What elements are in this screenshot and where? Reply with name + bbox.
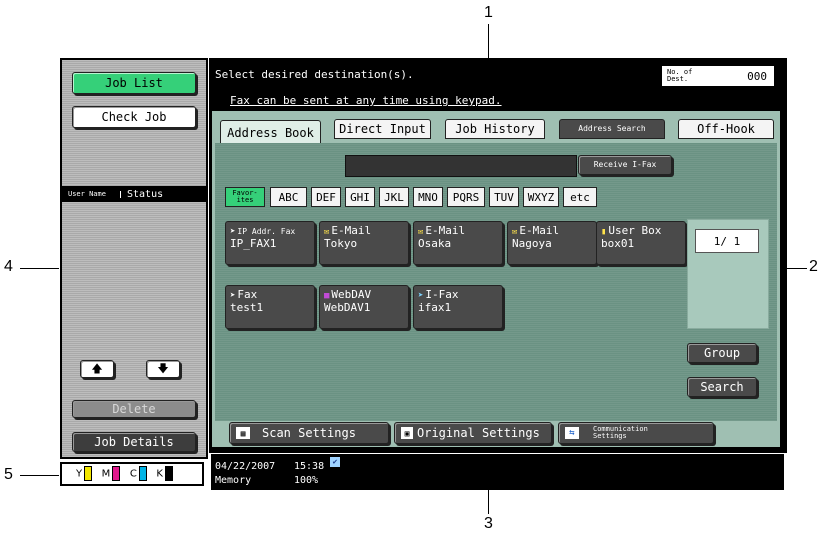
group-button[interactable]: Group [687, 343, 757, 363]
toner-k-label: K [156, 468, 163, 480]
destination-type: E-Mail [331, 224, 372, 237]
toner-c-bar [138, 466, 147, 481]
index-wxyz[interactable]: WXYZ [523, 187, 559, 207]
job-table-header: User Name Status [62, 186, 206, 202]
check-job-button[interactable]: Check Job [72, 106, 196, 128]
callout-3-line [488, 490, 489, 514]
destination-nagoya[interactable]: ✉ E-Mail Nagoya [507, 221, 597, 265]
communication-settings-icon: ⇆ [565, 427, 579, 439]
receive-ifax-button[interactable]: Receive I-Fax [578, 155, 672, 175]
destination-name: WebDAV1 [324, 301, 371, 314]
toner-k-bar [164, 466, 173, 481]
message-area: Select desired destination(s). Fax can b… [212, 61, 780, 108]
toner-c-label: C [129, 468, 137, 480]
index-abc[interactable]: ABC [270, 187, 307, 207]
status-time: 15:38 [294, 461, 325, 472]
communication-settings-button[interactable]: ⇆ Communication Settings [558, 422, 714, 444]
destination-webdav1[interactable]: ■ WebDAV WebDAV1 [319, 285, 409, 329]
dest-count-value: 000 [747, 70, 767, 83]
address-book-content: Receive I-Fax Favor- ites ABC DEF GHI JK… [215, 143, 777, 421]
keypad-hint: Fax can be sent at any time using keypad… [230, 94, 502, 107]
dest-count-label: No. of Dest. [667, 68, 693, 83]
destination-osaka[interactable]: ✉ E-Mail Osaka [413, 221, 503, 265]
original-settings-icon: ▣ [401, 427, 413, 439]
destination-ifax1[interactable]: ➤ I-Fax ifax1 [413, 285, 503, 329]
user-name-column: User Name [62, 190, 121, 198]
job-details-button[interactable]: Job Details [72, 432, 196, 452]
scan-settings-icon: ▦ [236, 427, 250, 439]
original-settings-label: Original Settings [417, 426, 540, 440]
delete-button[interactable]: Delete [72, 400, 196, 418]
callout-5-line [20, 475, 59, 476]
callout-1: 1 [484, 4, 493, 21]
destination-tokyo[interactable]: ✉ E-Mail Tokyo [319, 221, 409, 265]
tab-address-search[interactable]: Address Search [559, 119, 665, 139]
destination-test1[interactable]: ➤ Fax test1 [225, 285, 315, 329]
status-column: Status [127, 188, 164, 200]
scan-settings-label: Scan Settings [262, 426, 356, 440]
destination-type: I-Fax [425, 288, 459, 301]
callout-4: 4 [4, 258, 13, 275]
memory-value: 100% [294, 475, 319, 486]
callout-1-line [488, 24, 489, 58]
destination-display-field [345, 155, 577, 177]
destination-type: IP Addr. Fax [237, 227, 296, 236]
tab-off-hook[interactable]: Off-Hook [678, 119, 774, 139]
toner-m-bar [112, 466, 121, 481]
destination-type: E-Mail [519, 224, 560, 237]
toner-m-label: M [101, 468, 111, 480]
network-icon: ✔ [330, 457, 340, 467]
index-def[interactable]: DEF [311, 187, 341, 207]
toner-y-bar [84, 466, 93, 481]
tab-address-book[interactable]: Address Book [220, 120, 321, 144]
destination-name: test1 [230, 301, 264, 314]
destination-name: box01 [601, 237, 635, 250]
callout-5: 5 [4, 466, 13, 483]
callout-4-line [20, 268, 59, 269]
scroll-up-button[interactable]: 🡅 [80, 360, 114, 378]
callout-3: 3 [484, 515, 493, 532]
communication-settings-label: Communication Settings [593, 425, 648, 440]
index-etc[interactable]: etc [563, 187, 597, 207]
callout-2: 2 [809, 258, 818, 275]
callout-2-line [785, 268, 807, 269]
destination-ip-fax1[interactable]: ➤ IP Addr. Fax IP_FAX1 [225, 221, 315, 265]
tab-job-history[interactable]: Job History [445, 119, 545, 139]
destination-type: E-Mail [425, 224, 466, 237]
toner-level-indicator: Y M C K [60, 462, 204, 486]
scan-settings-button[interactable]: ▦ Scan Settings [229, 422, 389, 444]
index-ghi[interactable]: GHI [345, 187, 375, 207]
job-list-button[interactable]: Job List [72, 72, 196, 94]
destination-type: User Box [608, 224, 662, 237]
arrow-down-icon: 🡇 [157, 361, 169, 375]
index-tuv[interactable]: TUV [489, 187, 519, 207]
original-settings-button[interactable]: ▣ Original Settings [394, 422, 552, 444]
scroll-down-button[interactable]: 🡇 [146, 360, 180, 378]
destination-box01[interactable]: ▮ User Box box01 [596, 221, 686, 265]
destination-counter: No. of Dest. 000 [662, 66, 774, 86]
destination-name: IP_FAX1 [230, 237, 277, 250]
destination-name: Osaka [418, 237, 452, 250]
job-panel: Job List Check Job User Name Status 🡅 🡇 … [60, 58, 208, 459]
search-button[interactable]: Search [687, 377, 757, 397]
toner-y-label: Y [76, 468, 83, 480]
instruction-message: Select desired destination(s). [215, 68, 414, 81]
destination-type: Fax [237, 288, 258, 301]
index-mno[interactable]: MNO [413, 187, 443, 207]
tab-direct-input[interactable]: Direct Input [334, 119, 431, 139]
arrow-up-icon: 🡅 [91, 361, 103, 375]
index-jkl[interactable]: JKL [379, 187, 409, 207]
status-bar: 04/22/2007 15:38 ✔ Memory 100% [211, 454, 784, 490]
destination-type: WebDAV [331, 288, 372, 301]
memory-label: Memory [215, 475, 252, 486]
destination-name: ifax1 [418, 301, 452, 314]
index-pqrs[interactable]: PQRS [447, 187, 485, 207]
page-indicator: 1/ 1 [695, 229, 759, 253]
destination-name: Nagoya [512, 237, 552, 250]
status-date: 04/22/2007 [215, 461, 276, 472]
destination-name: Tokyo [324, 237, 358, 250]
index-favorites[interactable]: Favor- ites [225, 187, 265, 207]
